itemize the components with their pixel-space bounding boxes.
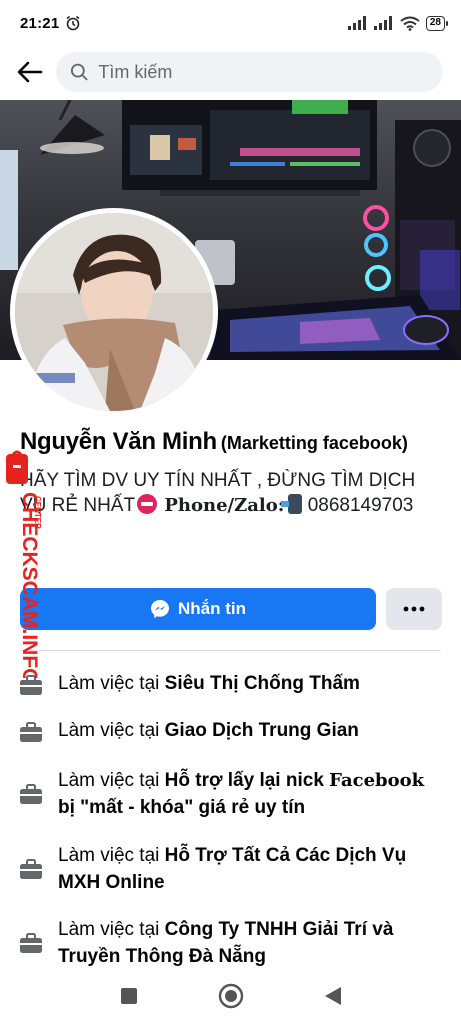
more-options-button[interactable] <box>386 588 442 630</box>
work-item: Làm việc tại Công Ty TNHH Giải Trí và Tr… <box>18 916 438 970</box>
work-place[interactable]: Hỗ trợ lấy lại nick <box>165 770 324 791</box>
message-button-label: Nhắn tin <box>178 599 246 618</box>
bio-phone-label: Phone/Zalo: <box>164 495 285 516</box>
search-bar[interactable] <box>56 52 443 92</box>
back-arrow-icon <box>17 61 43 83</box>
work-item: Làm việc tại Hỗ trợ lấy lại nick Faceboo… <box>18 767 438 821</box>
mobile-phone-icon <box>281 494 303 514</box>
briefcase-icon <box>20 784 42 804</box>
work-prefix: Làm việc tại <box>58 673 160 694</box>
wifi-icon <box>400 16 420 31</box>
work-place[interactable]: Siêu Thị Chống Thấm <box>165 673 360 694</box>
system-nav-bar <box>0 972 461 1024</box>
status-indicators: 28 <box>347 15 449 31</box>
work-prefix: Làm việc tại <box>58 845 160 866</box>
more-dots-icon <box>403 606 425 612</box>
avatar <box>15 213 213 411</box>
bio-phone: 0868149703 <box>307 495 414 516</box>
briefcase-icon <box>20 722 42 742</box>
no-entry-icon <box>137 494 158 514</box>
work-item: Làm việc tại Hỗ Trợ Tất Cả Các Dịch Vụ M… <box>18 842 438 896</box>
battery-icon: 28 <box>425 15 449 31</box>
alarm-icon <box>66 15 80 31</box>
search-icon <box>70 63 88 81</box>
briefcase-icon <box>20 859 42 879</box>
cell-signal-icon <box>347 16 366 30</box>
work-prefix: Làm việc tại <box>58 919 160 940</box>
work-place-brand[interactable]: Facebook <box>329 770 424 791</box>
triangle-back-icon <box>324 986 341 1005</box>
search-input[interactable] <box>98 61 429 83</box>
avatar-photo <box>15 213 213 411</box>
messenger-icon <box>151 600 169 618</box>
profile-name: Nguyễn Văn Minh <box>20 428 217 455</box>
work-item: Làm việc tại Siêu Thị Chống Thấm <box>18 670 438 698</box>
home-button[interactable] <box>218 983 244 1014</box>
profile-name-row: Nguyễn Văn Minh (Marketting facebook) <box>20 428 450 456</box>
work-prefix: Làm việc tại <box>58 770 160 791</box>
work-item-text: Làm việc tại Siêu Thị Chống Thấm <box>58 670 360 697</box>
square-icon <box>120 987 137 1004</box>
work-item-text: Làm việc tại Giao Dịch Trung Gian <box>58 717 359 744</box>
work-item-text: Làm việc tại Hỗ Trợ Tất Cả Các Dịch Vụ M… <box>58 842 438 896</box>
back-button[interactable] <box>14 56 46 88</box>
message-button[interactable]: Nhắn tin <box>20 588 376 630</box>
work-item: Làm việc tại Giao Dịch Trung Gian <box>18 717 438 745</box>
recents-button[interactable] <box>120 987 138 1010</box>
work-place-cont[interactable]: bị "mất - khóa" giá rẻ uy tín <box>58 797 305 818</box>
back-nav-button[interactable] <box>324 986 342 1011</box>
work-item-text: Làm việc tại Công Ty TNHH Giải Trí và Tr… <box>58 916 438 970</box>
work-place[interactable]: Giao Dịch Trung Gian <box>165 720 359 741</box>
status-bar: 21:21 28 <box>0 0 461 46</box>
briefcase-icon <box>20 675 42 695</box>
work-prefix: Làm việc tại <box>58 720 160 741</box>
profile-bio: HÃY TÌM DV UY TÍN NHẤT , ĐỪNG TÌM DỊCH V… <box>20 468 440 518</box>
top-nav <box>0 46 461 98</box>
status-time: 21:21 <box>20 14 60 32</box>
profile-avatar[interactable] <box>10 208 218 416</box>
profile-alt-name: (Marketting facebook) <box>220 433 408 453</box>
briefcase-icon <box>20 933 42 953</box>
work-item-text: Làm việc tại Hỗ trợ lấy lại nick Faceboo… <box>58 767 438 821</box>
section-divider <box>20 650 441 651</box>
circle-icon <box>218 983 243 1008</box>
cell-signal-2-icon <box>373 16 392 30</box>
